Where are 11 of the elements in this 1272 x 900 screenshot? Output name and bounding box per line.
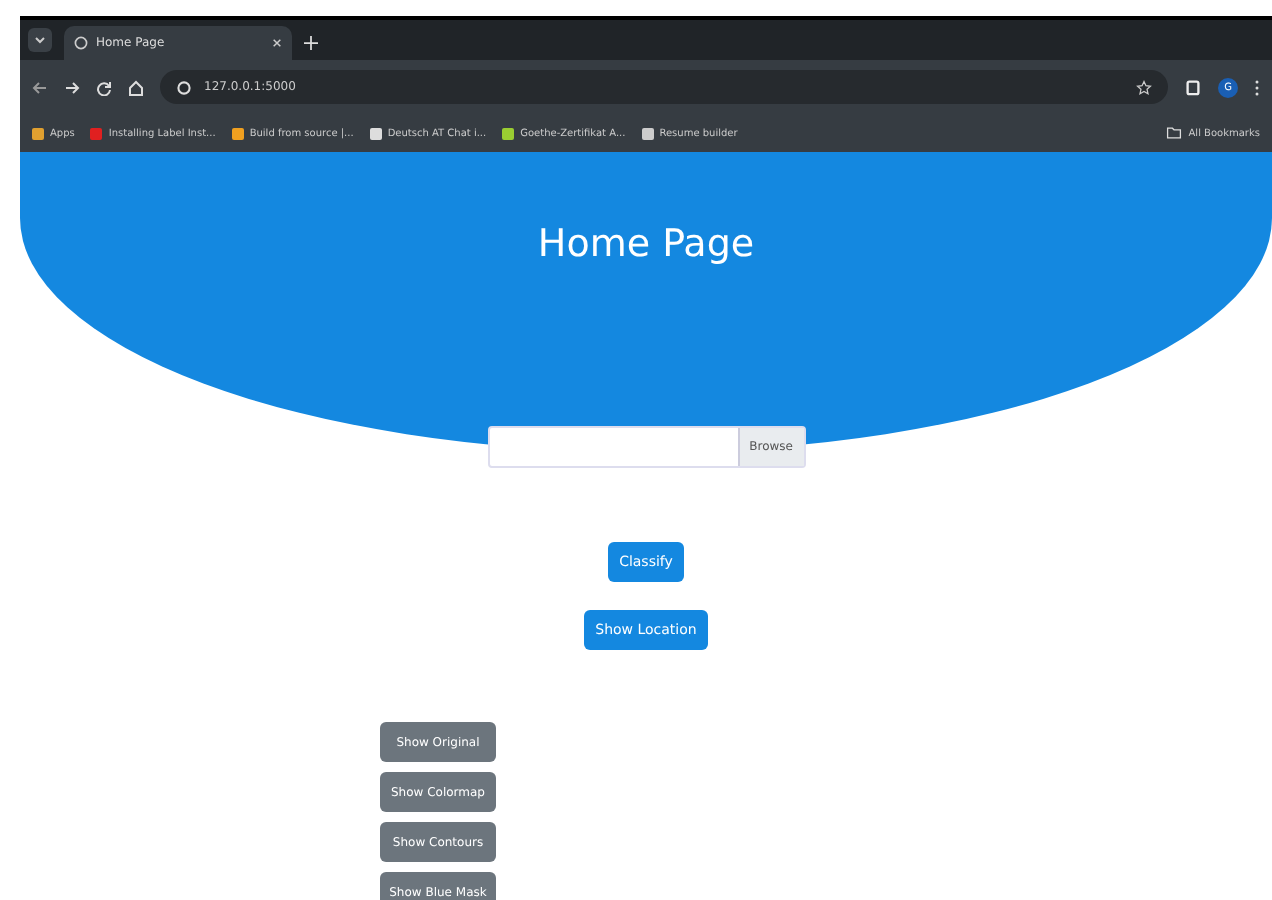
close-icon[interactable] [272, 38, 282, 48]
info-icon [176, 79, 192, 95]
menu-icon[interactable] [1254, 77, 1260, 97]
back-icon[interactable] [32, 79, 48, 95]
home-icon[interactable] [128, 79, 144, 95]
new-tab-icon[interactable] [304, 36, 318, 50]
folder-icon [1166, 126, 1183, 140]
reload-icon[interactable] [96, 79, 112, 95]
star-icon[interactable] [1136, 79, 1152, 95]
forward-icon[interactable] [64, 79, 80, 95]
tab-menu-icon[interactable] [28, 28, 52, 52]
